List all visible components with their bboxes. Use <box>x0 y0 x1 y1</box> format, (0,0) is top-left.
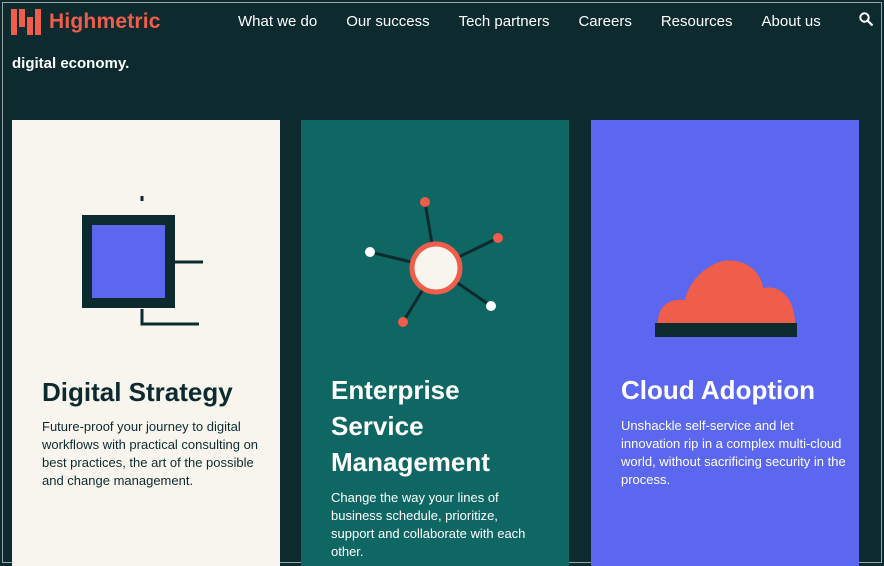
main-nav: What we do Our success Tech partners Car… <box>238 13 850 30</box>
service-card-cloud-adoption[interactable]: Cloud Adoption Unshackle self-service an… <box>591 120 859 566</box>
nav-careers[interactable]: Careers <box>578 13 631 30</box>
brand-name: Highmetric <box>49 10 161 33</box>
network-hub-icon <box>365 197 503 327</box>
card-description: Unshackle self-service and let innovatio… <box>621 418 846 487</box>
nav-our-success[interactable]: Our success <box>346 13 429 30</box>
card-title: Cloud Adoption <box>621 375 815 405</box>
card-title: Enterprise Service Management <box>331 375 490 477</box>
nav-tech-partners[interactable]: Tech partners <box>459 13 550 30</box>
intro-tagline: digital economy. <box>12 55 130 72</box>
card-title: Digital Strategy <box>42 377 233 407</box>
strategy-diagram-icon <box>82 196 203 326</box>
search-icon[interactable] <box>859 12 873 31</box>
service-card-enterprise-service-management[interactable]: Enterprise Service Management Change the… <box>301 120 569 566</box>
nav-what-we-do[interactable]: What we do <box>238 13 317 30</box>
brand-logo[interactable]: Highmetric <box>11 9 161 35</box>
cloud-icon <box>655 260 797 337</box>
page-frame: Highmetric What we do Our success Tech p… <box>2 2 882 566</box>
service-card-digital-strategy[interactable]: Digital Strategy Future-proof your journ… <box>12 120 280 566</box>
highmetric-logo-icon <box>11 9 41 35</box>
nav-resources[interactable]: Resources <box>661 13 733 30</box>
card-description: Future-proof your journey to digital wor… <box>42 419 259 488</box>
nav-about-us[interactable]: About us <box>762 13 821 30</box>
card-description: Change the way your lines of business sc… <box>331 490 526 559</box>
